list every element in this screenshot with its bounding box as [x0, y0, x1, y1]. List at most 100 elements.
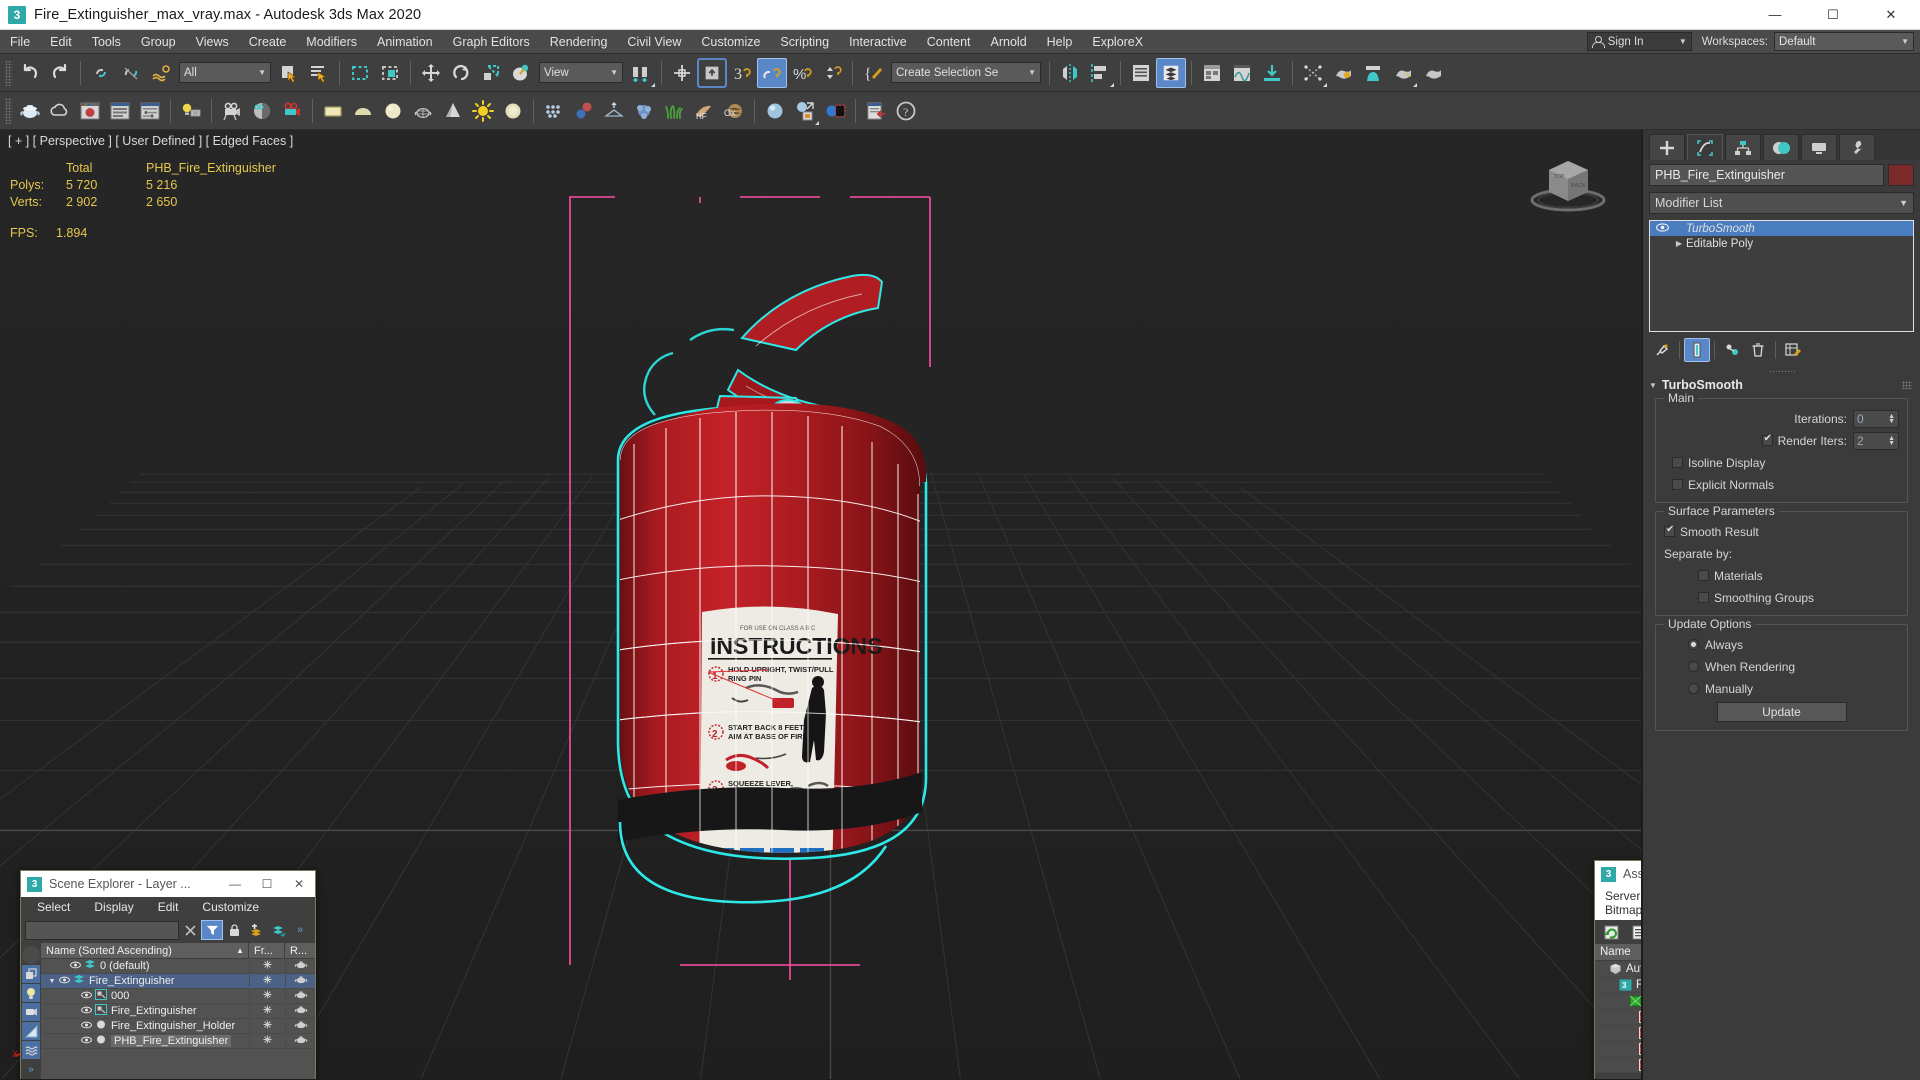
menu-item-edit[interactable]: Edit — [40, 30, 82, 54]
named-selection-set-select[interactable]: Create Selection Se ▼ — [891, 62, 1041, 83]
object-color-swatch[interactable] — [1888, 164, 1914, 186]
asset-tracking-row[interactable]: PNGFire_Extinguisher_BaseColor.pngFound — [1595, 1009, 1641, 1025]
at-menu-server[interactable]: Server — [1605, 889, 1640, 903]
frozen-toggle-icon[interactable] — [249, 1035, 285, 1047]
when-rendering-radio[interactable] — [1688, 661, 1699, 672]
cloud-icon[interactable] — [45, 96, 75, 126]
sidebar-more-icon[interactable]: » — [22, 1060, 40, 1078]
manually-radio[interactable] — [1688, 683, 1699, 694]
isoline-display-checkbox[interactable] — [1672, 457, 1683, 468]
curve-editor-button[interactable] — [1197, 58, 1227, 88]
use-selection-center-button[interactable] — [667, 58, 697, 88]
se-menu-display[interactable]: Display — [94, 900, 133, 914]
scene-explorer-button[interactable] — [1156, 57, 1186, 88]
se-menu-edit[interactable]: Edit — [158, 900, 179, 914]
filter-helpers-icon[interactable] — [22, 1022, 40, 1040]
iterations-spinner[interactable]: 0 ▲ ▼ — [1853, 409, 1899, 428]
create-tab[interactable] — [1649, 134, 1685, 160]
explicit-normals-checkbox[interactable] — [1672, 479, 1683, 490]
hair-fur-modifier-icon[interactable]: HF — [689, 96, 719, 126]
filter-cameras-icon[interactable] — [22, 1003, 40, 1021]
asset-tracking-row[interactable]: Maps / Shaders — [1595, 993, 1641, 1009]
assign-material-to-selection-icon[interactable] — [790, 96, 820, 126]
more-options-icon[interactable]: » — [289, 920, 311, 940]
visibility-eye-icon[interactable] — [79, 1020, 93, 1032]
frozen-toggle-icon[interactable] — [249, 1005, 285, 1017]
render-production-button[interactable] — [1388, 58, 1418, 88]
smooth-result-checkbox[interactable] — [1664, 524, 1675, 537]
menu-item-rendering[interactable]: Rendering — [540, 30, 618, 54]
smoothing-groups-checkbox[interactable] — [1698, 592, 1709, 603]
visibility-eye-icon[interactable] — [57, 975, 71, 987]
spinner-updown-button[interactable] — [817, 58, 847, 88]
menu-item-views[interactable]: Views — [186, 30, 239, 54]
modifier-stack-item-editable-poly[interactable]: ▶ Editable Poly — [1650, 236, 1913, 251]
frozen-toggle-icon[interactable] — [249, 975, 285, 987]
renderable-toggle-icon[interactable] — [285, 1035, 315, 1047]
select-and-rotate-button[interactable] — [446, 58, 476, 88]
select-by-name-button[interactable] — [304, 58, 334, 88]
render-iterative-button[interactable] — [1418, 58, 1448, 88]
renderable-toggle-icon[interactable] — [285, 960, 315, 972]
refresh-icon[interactable] — [1599, 922, 1623, 942]
percent-snap-toggle-button[interactable] — [757, 57, 787, 88]
material-editor-icon[interactable] — [75, 96, 105, 126]
asset-tracking-list[interactable]: Autodesk VaultLogged 3 Fire_Extinguisher_m… — [1595, 961, 1641, 1073]
scene-explorer-row[interactable]: PHB_Fire_Extinguisher — [41, 1034, 315, 1049]
modifier-list-select[interactable]: Modifier List ▼ — [1649, 192, 1914, 214]
menu-item-file[interactable]: File — [0, 30, 40, 54]
helper-object-icon[interactable] — [599, 96, 629, 126]
scene-explorer-list[interactable]: Name (Sorted Ascending) ▲ Fr... R... 0 (… — [41, 943, 315, 1079]
se-menu-customize[interactable]: Customize — [202, 900, 259, 914]
visibility-eye-icon[interactable] — [79, 1035, 93, 1047]
material-sphere-icon[interactable] — [760, 96, 790, 126]
use-center-flyout-button[interactable] — [626, 58, 656, 88]
array-tool-icon[interactable] — [539, 96, 569, 126]
visibility-eye-icon[interactable] — [79, 990, 93, 1002]
fire-extinguisher-model[interactable]: FOR USE ON CLASS A B C INSTRUCTIONS 1 HO… — [560, 160, 1040, 1020]
toolbar-grip[interactable] — [5, 97, 12, 124]
hair-and-fur-grass-icon[interactable] — [659, 96, 689, 126]
renderable-toggle-icon[interactable] — [285, 990, 315, 1002]
close-button[interactable]: ✕ — [1862, 0, 1920, 29]
workspace-select[interactable]: Default ▼ — [1774, 32, 1914, 51]
column-renderable[interactable]: R... — [285, 943, 315, 958]
menu-item-explorex[interactable]: ExploreX — [1082, 30, 1153, 54]
filter-spacewarps-icon[interactable] — [22, 1041, 40, 1059]
menu-item-help[interactable]: Help — [1037, 30, 1083, 54]
render-iters-spinner[interactable]: 2 ▲ ▼ — [1853, 431, 1899, 450]
filter-geometry-icon[interactable] — [22, 965, 40, 983]
visibility-eye-icon[interactable] — [68, 960, 82, 972]
space-warp-icon[interactable] — [629, 96, 659, 126]
minimize-button[interactable]: — — [1746, 0, 1804, 29]
render-setup-button[interactable] — [1328, 58, 1358, 88]
update-button[interactable]: Update — [1716, 702, 1847, 722]
always-radio[interactable] — [1688, 639, 1699, 650]
teapot-primitive-icon[interactable] — [408, 96, 438, 126]
select-and-scale-button[interactable] — [476, 58, 506, 88]
scene-explorer-row[interactable]: 0 (default) — [41, 959, 315, 974]
material-slate-editor-icon[interactable] — [105, 96, 135, 126]
help-icon[interactable]: ? — [891, 96, 921, 126]
redo-button[interactable] — [45, 58, 75, 88]
rollout-grip[interactable] — [1902, 381, 1912, 389]
object-name-field[interactable] — [1649, 164, 1884, 186]
display-tab[interactable] — [1801, 134, 1837, 160]
import-content-icon[interactable] — [861, 96, 891, 126]
compound-object-icon[interactable] — [569, 96, 599, 126]
column-frozen[interactable]: Fr... — [249, 943, 285, 958]
view-cube[interactable]: TOP BACK — [1523, 148, 1613, 218]
standard-primitives-teapot-icon[interactable] — [15, 96, 45, 126]
renderable-toggle-icon[interactable] — [285, 1005, 315, 1017]
spinner-snap-toggle-button[interactable]: % — [787, 58, 817, 88]
toolbar-grip[interactable] — [5, 59, 12, 86]
scene-explorer-search-input[interactable] — [25, 920, 179, 940]
unlink-selection-button[interactable] — [116, 58, 146, 88]
motion-tab[interactable] — [1763, 134, 1799, 160]
frozen-toggle-icon[interactable] — [249, 990, 285, 1002]
menu-item-create[interactable]: Create — [239, 30, 297, 54]
make-unique-icon[interactable] — [1719, 338, 1745, 362]
scene-explorer-row[interactable]: 000 — [41, 989, 315, 1004]
asset-tracking-row[interactable]: PNGFire_Extinguisher_Roughness.pngFound — [1595, 1057, 1641, 1073]
edit-named-selection-sets-button[interactable]: { — [858, 58, 888, 88]
